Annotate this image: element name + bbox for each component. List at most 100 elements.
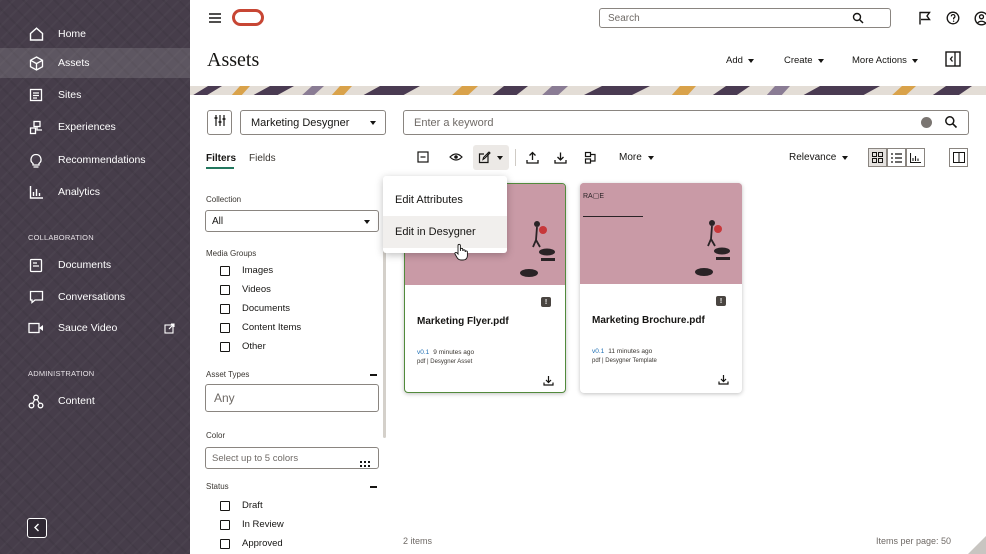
media-group-checkbox[interactable]: Videos <box>220 284 271 295</box>
media-group-checkbox[interactable]: Content Items <box>220 322 301 333</box>
sidebar-item-label: Recommendations <box>58 154 146 166</box>
collection-filter-select[interactable]: All <box>205 210 379 232</box>
edit-icon[interactable] <box>477 150 491 164</box>
flag-icon[interactable] <box>916 10 932 26</box>
view-icon[interactable] <box>449 150 463 164</box>
collection-label: Collection <box>206 195 242 204</box>
status-checkbox[interactable]: Approved <box>220 538 283 549</box>
info-badge-icon[interactable]: ! <box>541 297 551 307</box>
analytics-view-button[interactable] <box>906 148 925 167</box>
media-group-checkbox[interactable]: Other <box>220 341 266 352</box>
oracle-logo[interactable] <box>232 9 264 26</box>
checkbox[interactable] <box>220 265 230 276</box>
video-icon <box>28 320 44 336</box>
sidebar-item-analytics[interactable]: Analytics <box>0 177 190 207</box>
version-link[interactable]: v0.1 <box>592 348 604 355</box>
download-icon[interactable] <box>543 373 554 386</box>
sidebar-item-label: Sites <box>58 89 82 101</box>
media-group-checkbox[interactable]: Documents <box>220 303 290 314</box>
card-title[interactable]: Marketing Brochure.pdf <box>592 315 705 326</box>
tab-underline <box>206 167 234 169</box>
items-per-page[interactable]: Items per page: 50 <box>876 536 951 546</box>
grid-view-button[interactable] <box>868 148 887 167</box>
grid-icon <box>872 152 883 163</box>
sidebar-item-label: Analytics <box>58 186 101 198</box>
checkbox[interactable] <box>220 284 230 295</box>
checkbox[interactable] <box>220 303 230 314</box>
palette-icon <box>360 455 370 467</box>
checkbox[interactable] <box>220 519 230 530</box>
sidebar-item-conversations[interactable]: Conversations <box>0 282 190 312</box>
collection-select[interactable]: Marketing Desygner <box>240 110 386 135</box>
filter-toggle-button[interactable] <box>207 110 232 135</box>
menu-item-edit-in-desygner[interactable]: Edit in Desygner <box>383 216 507 248</box>
resize-corner-icon <box>968 536 986 554</box>
info-badge-icon[interactable]: ! <box>716 296 726 306</box>
hand-cursor-icon <box>454 243 468 261</box>
select-icon[interactable] <box>416 150 430 164</box>
content-icon <box>28 393 44 409</box>
media-group-checkbox[interactable]: Images <box>220 265 273 276</box>
card-title[interactable]: Marketing Flyer.pdf <box>417 316 509 327</box>
menu-item-edit-attributes[interactable]: Edit Attributes <box>383 184 507 216</box>
status-checkbox[interactable]: In Review <box>220 519 284 530</box>
more-button[interactable]: More <box>619 152 654 163</box>
asset-types-input[interactable]: Any <box>205 384 379 412</box>
download-icon[interactable] <box>553 150 567 164</box>
detail-panel-button[interactable] <box>949 148 968 167</box>
checkbox[interactable] <box>220 538 230 549</box>
checkbox[interactable] <box>220 322 230 333</box>
help-icon[interactable] <box>945 10 961 26</box>
create-button[interactable]: Create <box>784 55 824 66</box>
page-title: Assets <box>207 49 260 71</box>
tab-filters[interactable]: Filters <box>206 153 236 164</box>
card-time: 11 minutes ago <box>608 348 653 355</box>
sort-select[interactable]: Relevance <box>789 152 849 163</box>
list-view-button[interactable] <box>887 148 906 167</box>
status-checkbox[interactable]: Draft <box>220 500 263 511</box>
color-select[interactable]: Select up to 5 colors <box>205 447 379 469</box>
checkbox-label: Draft <box>242 500 263 511</box>
user-icon[interactable] <box>973 10 986 26</box>
asset-card[interactable]: RA▢E ! Marketing Brochure.pdf v0.1 11 min… <box>580 183 742 393</box>
upload-icon[interactable] <box>525 150 539 164</box>
share-icon[interactable] <box>583 150 597 164</box>
collapse-icon[interactable] <box>370 486 377 488</box>
clear-icon[interactable] <box>921 117 932 128</box>
sidebar-item-content[interactable]: Content <box>0 386 190 416</box>
download-icon[interactable] <box>718 372 729 385</box>
create-label: Create <box>784 55 813 66</box>
sidebar-item-sites[interactable]: Sites <box>0 80 190 110</box>
sidebar-item-experiences[interactable]: Experiences <box>0 112 190 142</box>
caret-down-icon[interactable] <box>497 156 503 160</box>
media-groups-label: Media Groups <box>206 249 257 258</box>
external-link-icon[interactable] <box>164 322 175 334</box>
sidebar-item-label: Home <box>58 28 87 40</box>
sidebar-item-label: Experiences <box>58 121 116 133</box>
sites-icon <box>28 87 44 103</box>
card-type: pdf | Desygner Asset <box>417 359 473 365</box>
more-actions-button[interactable]: More Actions <box>852 55 918 66</box>
keyword-search-input[interactable]: Enter a keyword <box>403 110 969 135</box>
collapse-icon[interactable] <box>370 374 377 376</box>
sidebar-item-sauce-video[interactable]: Sauce Video <box>0 313 190 343</box>
caret-down-icon <box>747 58 754 63</box>
checkbox[interactable] <box>220 341 230 352</box>
toolbar-divider <box>515 149 516 166</box>
sidebar: Home Assets Sites Experiences Recommenda… <box>0 0 190 554</box>
sidebar-item-documents[interactable]: Documents <box>0 250 190 280</box>
tab-fields[interactable]: Fields <box>249 153 276 164</box>
search-icon[interactable] <box>847 9 869 27</box>
collapse-sidebar-button[interactable] <box>27 518 47 538</box>
toggle-panel-icon[interactable] <box>945 51 961 67</box>
sidebar-item-label: Sauce Video <box>58 322 118 334</box>
search-icon[interactable] <box>944 115 958 129</box>
decorative-banner <box>190 84 986 95</box>
checkbox[interactable] <box>220 500 230 511</box>
version-link[interactable]: v0.1 <box>417 349 429 356</box>
menu-icon[interactable] <box>208 11 222 23</box>
add-button[interactable]: Add <box>726 55 754 66</box>
sidebar-item-home[interactable]: Home <box>0 19 190 49</box>
sidebar-item-recommendations[interactable]: Recommendations <box>0 145 190 175</box>
sidebar-item-assets[interactable]: Assets <box>0 48 190 78</box>
